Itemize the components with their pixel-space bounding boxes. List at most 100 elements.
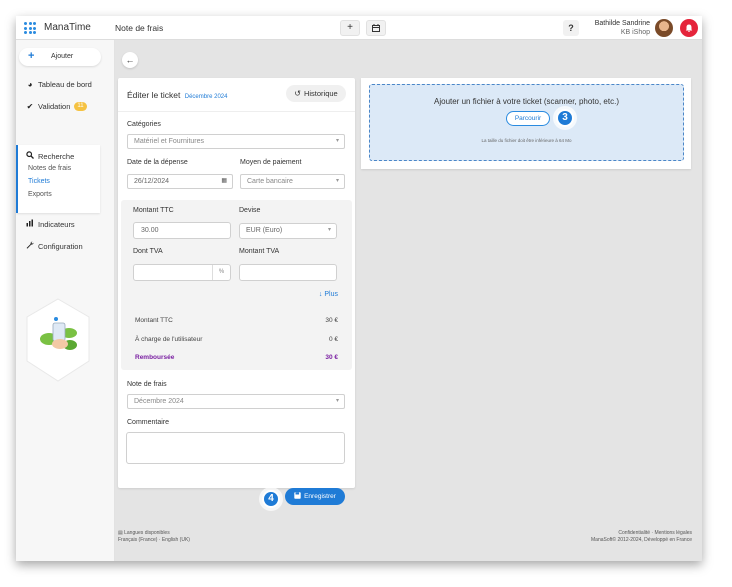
user-name: Bathilde Sandrine (594, 20, 650, 27)
footer-legal: Confidentialité · Mentions légales ManaS… (591, 530, 692, 544)
sidebar-item-validation[interactable]: ✔ Validation 11 (26, 102, 87, 111)
form-title-text: Éditer le ticket (127, 90, 181, 100)
more-label: Plus (324, 291, 338, 298)
upload-card: Ajouter un fichier à votre ticket (scann… (361, 78, 691, 169)
summary-user-charge-label: À charge de l'utilisateur (135, 336, 203, 343)
plus-icon: + (28, 50, 35, 62)
percent-suffix: % (212, 265, 230, 280)
vat-label: Dont TVA (133, 248, 163, 255)
currency-select[interactable]: EUR (Euro) ▾ (239, 223, 337, 239)
comment-textarea[interactable] (126, 432, 345, 464)
flag-icon: ▤ (118, 530, 123, 536)
top-bar: ManaTime Note de frais + ? Bathilde Sand… (16, 16, 702, 40)
floppy-icon (294, 492, 301, 501)
add-label: Ajouter (51, 53, 74, 60)
category-label: Catégories (127, 121, 161, 128)
summary-total-label: Montant TTC (135, 317, 173, 324)
arrow-down-icon: ↓ (318, 291, 323, 298)
app-logo[interactable]: ManaTime (44, 22, 91, 33)
app-window: ManaTime Note de frais + ? Bathilde Sand… (16, 16, 702, 561)
sidebar-item-indicators[interactable]: Indicateurs (26, 219, 75, 229)
expense-report-label: Note de frais (127, 381, 167, 388)
form-title: Éditer le ticket Décembre 2024 (127, 90, 227, 100)
search-icon (26, 151, 34, 161)
copyright: ManaSoft© 2012-2024, Développé en France (591, 537, 692, 543)
chevron-down-icon: ▾ (335, 398, 339, 404)
user-info[interactable]: Bathilde Sandrine KB iShop (595, 19, 650, 37)
validation-count-badge: 11 (74, 102, 87, 111)
calendar-button[interactable] (366, 20, 386, 36)
sidebar-item-label: Recherche (38, 151, 75, 161)
divider (118, 111, 355, 112)
amount-input[interactable]: 30.00 (133, 222, 231, 239)
step-marker-4: 4 (262, 490, 280, 508)
sidebar-item-configuration[interactable]: Configuration (26, 241, 83, 251)
comment-label: Commentaire (127, 419, 170, 426)
upload-size-note: La taille du fichier doit être inférieur… (481, 138, 572, 143)
expense-date-value: 26/12/2024 (134, 178, 170, 185)
expense-report-select[interactable]: Décembre 2024 ▾ (127, 394, 345, 409)
page-title: Note de frais (115, 23, 164, 33)
chevron-down-icon: ▾ (327, 227, 331, 233)
category-value: Matériel et Fournitures (134, 138, 205, 145)
sidebar-item-label: Tableau de bord (38, 80, 92, 89)
pie-chart-icon: ◕ (27, 80, 33, 89)
history-button[interactable]: ↺ Historique (286, 85, 346, 102)
sidebar-subitem-expense-reports[interactable]: Notes de frais (28, 165, 71, 172)
footer-languages: ▤ Langues disponibles Français (France) … (118, 530, 190, 544)
step-marker-3: 3 (556, 109, 574, 127)
sidebar-item-label: Validation (38, 102, 71, 111)
form-title-month: Décembre 2024 (184, 94, 228, 100)
languages-title: Langues disponibles (124, 530, 170, 536)
payment-method-label: Moyen de paiement (240, 159, 302, 166)
sidebar-item-dashboard[interactable]: ◕ Tableau de bord (26, 80, 92, 89)
browse-button[interactable]: Parcourir (506, 111, 550, 126)
calendar-icon (372, 24, 380, 32)
chevron-down-icon: ▾ (335, 178, 339, 184)
wrench-icon (26, 241, 34, 251)
notification-button[interactable] (680, 19, 698, 37)
sidebar-subitem-tickets[interactable]: Tickets (28, 178, 50, 185)
amount-label: Montant TTC (133, 207, 174, 214)
help-button[interactable]: ? (563, 20, 579, 36)
payment-method-select[interactable]: Carte bancaire ▾ (240, 174, 345, 189)
summary-reimbursed-value: 30 € (325, 354, 338, 361)
calendar-icon: ▦ (221, 178, 227, 184)
sidebar-item-label: Configuration (38, 241, 83, 251)
currency-label: Devise (239, 207, 261, 214)
edit-ticket-card: Éditer le ticket Décembre 2024 ↺ Histori… (118, 78, 355, 488)
add-button[interactable]: + (340, 20, 360, 36)
bar-chart-icon (26, 219, 34, 229)
vat-rate-input[interactable]: % (133, 264, 231, 281)
more-link[interactable]: ↓ Plus (319, 291, 338, 298)
user-org: KB iShop (620, 29, 650, 36)
bell-icon (685, 24, 693, 33)
back-button[interactable]: ← (122, 52, 138, 68)
add-expense-button[interactable]: + Ajouter (19, 48, 101, 66)
upload-title: Ajouter un fichier à votre ticket (scann… (434, 97, 619, 106)
payment-method-value: Carte bancaire (247, 178, 293, 185)
amount-section: Montant TTC 30.00 Devise EUR (Euro) ▾ Do… (121, 200, 352, 370)
save-label: Enregistrer (304, 493, 336, 500)
category-select[interactable]: Matériel et Fournitures ▾ (127, 134, 345, 149)
vat-amount-label: Montant TVA (239, 248, 280, 255)
file-dropzone[interactable]: Ajouter un fichier à votre ticket (scann… (369, 84, 684, 161)
sidebar-item-label: Indicateurs (38, 219, 75, 229)
languages-list[interactable]: Français (France) · English (UK) (118, 537, 190, 544)
sidebar-item-search[interactable]: Recherche (26, 151, 74, 161)
sidebar: + Ajouter ◕ Tableau de bord ✔ Validation… (16, 40, 115, 561)
footer-links[interactable]: Confidentialité · Mentions légales (591, 530, 692, 537)
vat-amount-input[interactable] (239, 264, 337, 281)
summary-total-value: 30 € (325, 317, 338, 324)
app-grid-icon[interactable] (24, 22, 36, 34)
plus-icon: + (347, 22, 353, 33)
hand-plant-illustration (26, 298, 90, 382)
check-icon: ✔ (26, 102, 34, 111)
history-icon: ↺ (294, 89, 301, 98)
expense-date-input[interactable]: 26/12/2024 ▦ (127, 174, 233, 189)
sidebar-subitem-exports[interactable]: Exports (28, 191, 52, 198)
history-label: Historique (303, 89, 338, 98)
expense-report-value: Décembre 2024 (134, 398, 184, 405)
save-button[interactable]: Enregistrer (285, 488, 345, 505)
avatar[interactable] (655, 19, 673, 37)
